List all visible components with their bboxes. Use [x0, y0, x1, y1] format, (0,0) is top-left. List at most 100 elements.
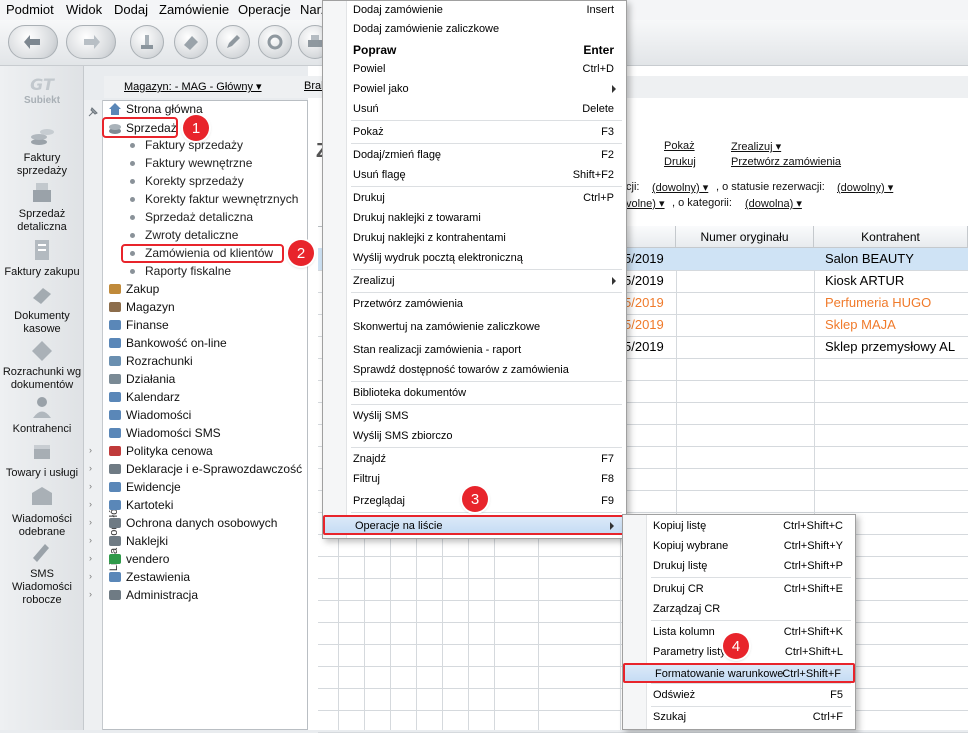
menu-item-operacje-na-liscie[interactable]: Operacje na liście [323, 515, 626, 535]
pokaz-link[interactable]: Pokaż [664, 140, 695, 152]
submodule-faktury-sprzedazy[interactable]: Faktury sprzedaży [130, 136, 243, 154]
menu-item-dodaj-zamowienie[interactable]: Dodaj zamówienie Insert [323, 1, 626, 21]
menu-item-sprawdz-dostepnosc-towarow-z-zamowienia[interactable]: Sprawdź dostępność towarów z zamówienia [323, 361, 626, 381]
expand-chevron-icon[interactable]: › [89, 517, 92, 527]
module-bankowosc-on-line-icon [109, 338, 121, 348]
menu-item-usun[interactable]: Usuń Delete [323, 100, 626, 120]
module-ochrona-danych-osobowych[interactable]: Ochrona danych osobowych [107, 514, 277, 532]
column-header-numer-oryginalu[interactable]: Numer oryginału [676, 226, 814, 248]
shortcut-towary-i-uslugi[interactable]: Towary i usługi [0, 437, 84, 480]
submodule-raporty-fiskalne[interactable]: Raporty fiskalne [130, 262, 231, 280]
menu-dodaj[interactable]: Dodaj [114, 2, 148, 17]
module-wiadomosci[interactable]: Wiadomości [107, 406, 191, 424]
expand-chevron-icon[interactable]: › [89, 481, 92, 491]
expand-chevron-icon[interactable]: › [89, 571, 92, 581]
module-bankowosc-on-line[interactable]: Bankowość on-line [107, 334, 227, 352]
expand-chevron-icon[interactable]: › [89, 499, 92, 509]
toolbar-eraser-button[interactable] [174, 25, 208, 59]
module-vendero[interactable]: vendero [107, 550, 169, 568]
menu-item-wyslij-sms-zbiorczo[interactable]: Wyślij SMS zbiorczo [323, 427, 626, 447]
menu-item-odswiez[interactable]: Odśwież F5 [623, 686, 855, 706]
expand-chevron-icon[interactable]: › [89, 553, 92, 563]
shortcut-kontrahenci[interactable]: Kontrahenci [0, 393, 84, 436]
menu-item-skonwertuj-na-zamowienie-zaliczkowe[interactable]: Skonwertuj na zamówienie zaliczkowe [323, 318, 626, 338]
shortcut-sprzedaz-detaliczna[interactable]: Sprzedaż detaliczna [0, 178, 84, 234]
drukuj-link[interactable]: Drukuj [664, 156, 696, 168]
menu-zamowienie[interactable]: Zamówienie [159, 2, 229, 17]
shortcut-sms-wiadomosci-robocze[interactable]: SMS Wiadomości robocze [0, 538, 84, 607]
column-header-kontrahent[interactable]: Kontrahent [814, 226, 968, 248]
menu-item-drukuj-naklejki-z-towarami[interactable]: Drukuj naklejki z towarami [323, 209, 626, 229]
menu-podmiot[interactable]: Podmiot [6, 2, 54, 17]
module-wiadomosci-sms[interactable]: Wiadomości SMS [107, 424, 221, 442]
submodule-faktury-wewnetrzne[interactable]: Faktury wewnętrzne [130, 154, 252, 172]
menu-item-powiel-jako[interactable]: Powiel jako [323, 80, 626, 100]
module-zakup[interactable]: Zakup [107, 280, 159, 298]
menu-item-powiel[interactable]: Powiel Ctrl+D [323, 60, 626, 80]
menu-item-drukuj[interactable]: Drukuj Ctrl+P [323, 189, 626, 209]
menu-widok[interactable]: Widok [66, 2, 102, 17]
submodule-korekty-sprzedazy[interactable]: Korekty sprzedaży [130, 172, 244, 190]
menu-item-przetworz-zamowienia[interactable]: Przetwórz zamówienia [323, 295, 626, 315]
expand-chevron-icon[interactable]: › [89, 445, 92, 455]
menu-item-drukuj-cr[interactable]: Drukuj CR Ctrl+Shift+E [623, 580, 855, 600]
menu-item-wyslij-sms[interactable]: Wyślij SMS [323, 407, 626, 427]
menu-item-formatowanie-warunkowe[interactable]: Formatowanie warunkowe Ctrl+Shift+F [623, 663, 855, 683]
module-zestawienia[interactable]: Zestawienia [107, 568, 190, 586]
warehouse-selector[interactable]: Magazyn: - MAG - Główny ▾ [124, 80, 262, 93]
menu-item-kopiuj-wybrane[interactable]: Kopiuj wybrane Ctrl+Shift+Y [623, 537, 855, 557]
menu-item-biblioteka-dokumentow[interactable]: Biblioteka dokumentów [323, 384, 626, 404]
menu-item-zrealizuj[interactable]: Zrealizuj [323, 272, 626, 292]
menu-item-zarzadzaj-cr[interactable]: Zarządzaj CR [623, 600, 855, 620]
shortcut-rozrachunki[interactable]: Rozrachunki wg dokumentów [0, 336, 84, 392]
filter-other-dropdown[interactable]: volne) ▾ [626, 197, 665, 210]
menu-operacje[interactable]: Operacje [238, 2, 291, 17]
filter-reservation-dropdown[interactable]: (dowolny) ▾ [837, 181, 893, 194]
shortcut-dokumenty-kasowe[interactable]: Dokumenty kasowe [0, 280, 84, 336]
pin-icon[interactable] [87, 106, 99, 118]
expand-chevron-icon[interactable]: › [89, 535, 92, 545]
menu-item-kopiuj-liste[interactable]: Kopiuj listę Ctrl+Shift+C [623, 517, 855, 537]
shortcut-wiadomosci-odebrane[interactable]: Wiadomości odebrane [0, 483, 84, 539]
submodule-zwroty-detaliczne[interactable]: Zwroty detaliczne [130, 226, 238, 244]
menu-item-szukaj[interactable]: Szukaj Ctrl+F [623, 708, 855, 728]
przetworz-link[interactable]: Przetwórz zamówienia [731, 156, 841, 168]
module-finanse[interactable]: Finanse [107, 316, 169, 334]
toolbar-tools-button[interactable] [258, 25, 292, 59]
module-naklejki[interactable]: Naklejki [107, 532, 168, 550]
expand-chevron-icon[interactable]: › [89, 463, 92, 473]
menu-item-wyslij-wydruk-poczta-elektroniczna[interactable]: Wyślij wydruk pocztą elektroniczną [323, 249, 626, 269]
back-button[interactable] [8, 25, 58, 59]
column-header-date[interactable] [620, 226, 676, 248]
module-polityka-cenowa[interactable]: Polityka cenowa [107, 442, 213, 460]
menu-item-dodaj-zmien-flage[interactable]: Dodaj/zmień flagę F2 [323, 146, 626, 166]
module-deklaracje-i-e-sprawozdawczosc[interactable]: Deklaracje i e-Sprawozdawczość [107, 460, 302, 478]
shortcut-faktury-zakupu[interactable]: Faktury zakupu [0, 236, 84, 279]
module-dzialania[interactable]: Działania [107, 370, 175, 388]
filter-category-dropdown[interactable]: (dowolna) ▾ [745, 197, 802, 210]
menu-item-pokaz[interactable]: Pokaż F3 [323, 123, 626, 143]
module-administracja[interactable]: Administracja [107, 586, 198, 604]
menu-item-dodaj-zamowienie-zaliczkowe[interactable]: Dodaj zamówienie zaliczkowe [323, 20, 626, 40]
module-rozrachunki[interactable]: Rozrachunki [107, 352, 193, 370]
menu-item-drukuj-naklejki-z-kontrahentami[interactable]: Drukuj naklejki z kontrahentami [323, 229, 626, 249]
submodule-sprzedaz-detaliczna[interactable]: Sprzedaż detaliczna [130, 208, 253, 226]
toolbar-stamp-button[interactable] [130, 25, 164, 59]
menu-item-popraw[interactable]: Popraw Enter [323, 40, 626, 60]
module-kartoteki[interactable]: Kartoteki [107, 496, 173, 514]
zrealizuj-link[interactable]: Zrealizuj ▾ [731, 140, 781, 153]
module-magazyn[interactable]: Magazyn [107, 298, 175, 316]
menu-item-usun-flage[interactable]: Usuń flagę Shift+F2 [323, 166, 626, 186]
menu-item-stan-realizacji-zamowienia-raport[interactable]: Stan realizacji zamówienia - raport [323, 341, 626, 361]
toolbar-edit-button[interactable] [216, 25, 250, 59]
forward-button[interactable] [66, 25, 116, 59]
module-ewidencje[interactable]: Ewidencje [107, 478, 181, 496]
menu-item-drukuj-liste[interactable]: Drukuj listę Ctrl+Shift+P [623, 557, 855, 577]
expand-chevron-icon[interactable]: › [89, 589, 92, 599]
module-strona-glowna[interactable]: Strona główna [107, 100, 203, 118]
module-kalendarz[interactable]: Kalendarz [107, 388, 180, 406]
submodule-korekty-faktur-wewnetrznych[interactable]: Korekty faktur wewnętrznych [130, 190, 298, 208]
shortcut-faktury-sprzedazy[interactable]: Faktury sprzedaży [0, 122, 84, 178]
menu-item-znajdz[interactable]: Znajdź F7 [323, 450, 626, 470]
filter-status-dropdown[interactable]: (dowolny) ▾ [652, 181, 708, 194]
